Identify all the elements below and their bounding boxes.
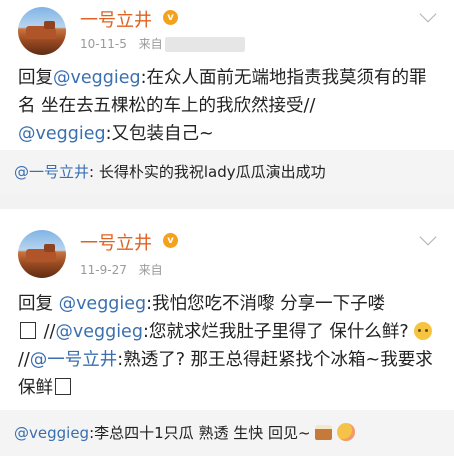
post-card: 一号立井 v 10-11-5 来自 回复@veggieg:在众人面前无端地指责我…: [0, 0, 454, 150]
author-name[interactable]: 一号立井: [80, 229, 152, 255]
post-time: 10-11-5: [80, 37, 127, 51]
cake-emoji-icon: [315, 425, 333, 440]
mention-link[interactable]: @一号立井: [30, 350, 118, 370]
post-source: 来自: [138, 37, 163, 51]
post-text: :又包装自己~: [105, 124, 214, 144]
avatar[interactable]: [18, 230, 66, 278]
post-source: 来自: [138, 263, 163, 277]
avatar-rock: [44, 244, 55, 252]
mention-link[interactable]: @veggieg: [18, 124, 106, 144]
repost-bar[interactable]: @一号立井: 长得朴实的我祝lady瓜瓜演出成功: [0, 150, 454, 194]
repost-text: : 长得朴实的我祝lady瓜瓜演出成功: [89, 163, 326, 181]
vip-badge-icon: v: [163, 233, 178, 248]
separator: //: [18, 350, 30, 370]
mention-link[interactable]: @veggieg: [53, 68, 141, 88]
avatar-rock: [44, 21, 55, 29]
blush-emoji-icon: [337, 423, 356, 441]
source-redacted: [164, 37, 245, 52]
mention-link[interactable]: @veggieg: [59, 294, 147, 314]
separator: //: [38, 322, 56, 342]
post-time: 11-9-27: [80, 263, 127, 277]
author-name[interactable]: 一号立井: [80, 6, 152, 32]
repost-bar[interactable]: @veggieg:李总四十1只瓜 熟透 生快 回见~: [0, 410, 454, 456]
avatar[interactable]: [18, 7, 66, 55]
mention-link[interactable]: @veggieg: [55, 322, 143, 342]
post-card: 一号立井 v 11-9-27 来自 回复 @veggieg:我怕您吃不消嚟 分享…: [0, 209, 454, 410]
mention-link[interactable]: @veggieg: [14, 424, 89, 442]
missing-glyph-box: [20, 322, 36, 339]
chevron-down-icon[interactable]: [419, 5, 437, 23]
post-meta: 10-11-5 来自: [80, 35, 245, 52]
post-meta: 11-9-27 来自: [80, 261, 163, 278]
missing-glyph-box: [55, 378, 71, 395]
repost-text: :李总四十1只瓜 熟透 生快 回见~: [89, 424, 311, 442]
post-body: 回复 @veggieg:我怕您吃不消嚟 分享一下子喽 //@veggieg:您就…: [18, 290, 443, 402]
post-body: 回复@veggieg:在众人面前无端地指责我莫须有的罪名 坐在去五棵松的车上的我…: [18, 64, 443, 148]
vip-badge-icon: v: [163, 10, 178, 25]
reply-word: 回复: [18, 294, 59, 314]
reply-word: 回复: [18, 68, 53, 88]
post-text: :我怕您吃不消嚟 分享一下子喽: [146, 294, 386, 314]
chevron-down-icon[interactable]: [419, 228, 437, 246]
grin-emoji-icon: [414, 322, 433, 340]
post-text: :您就求烂我肚子里得了 保什么鲜?: [142, 322, 409, 342]
mention-link[interactable]: @一号立井: [14, 163, 89, 181]
